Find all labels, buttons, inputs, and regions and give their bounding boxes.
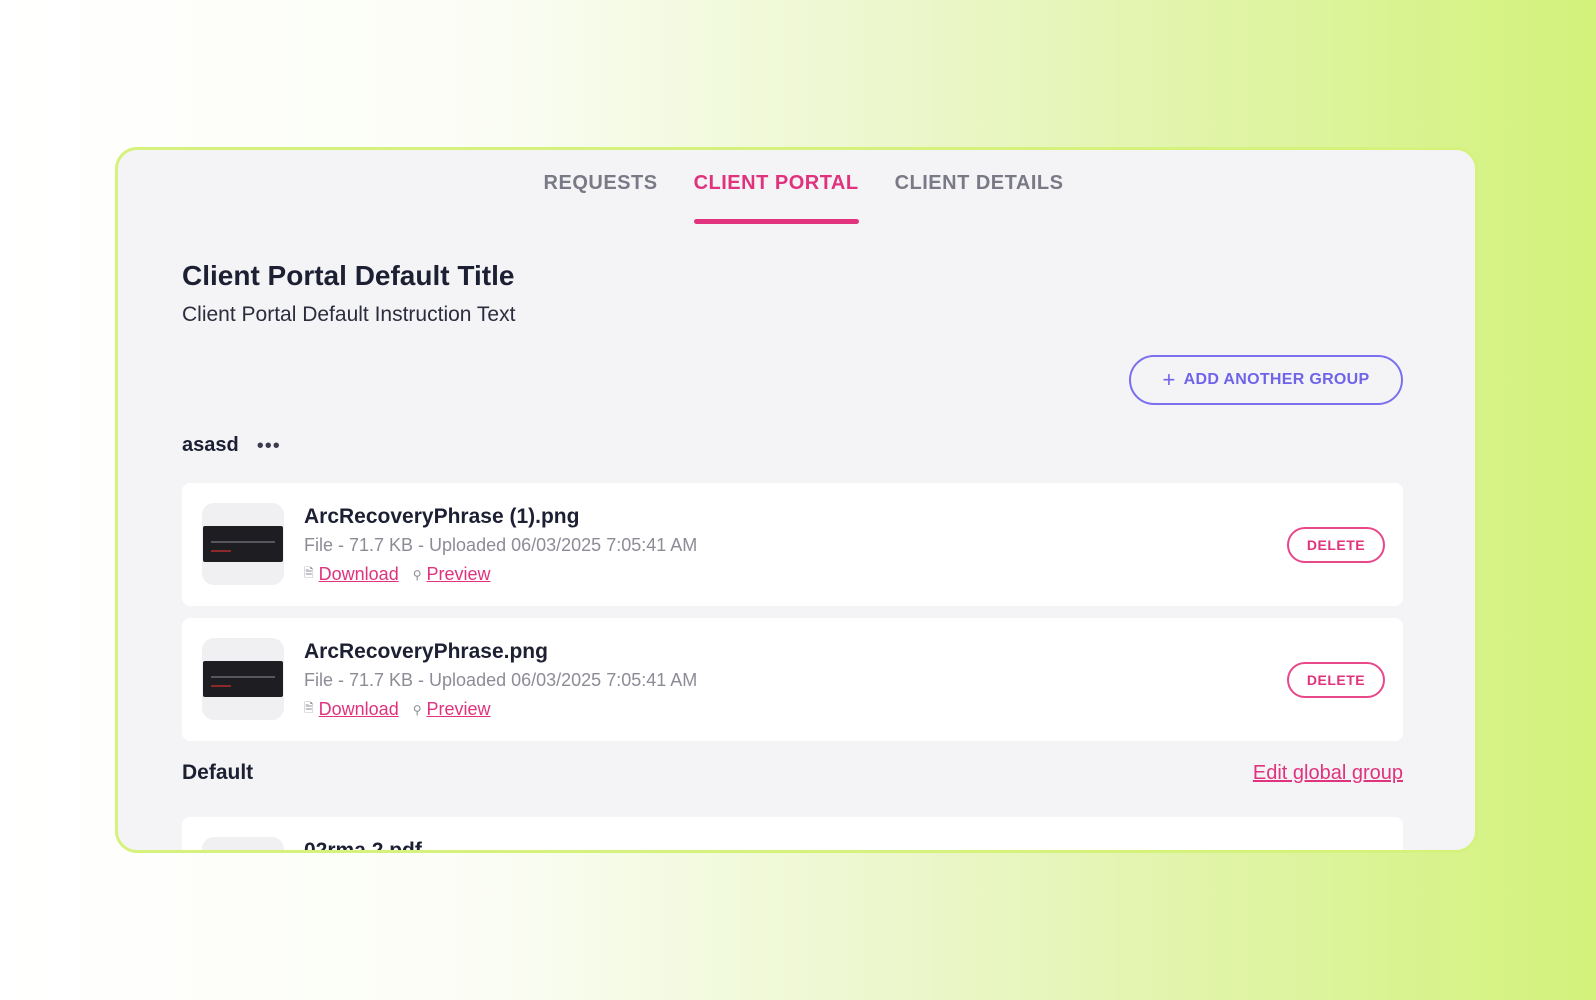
file-card: 02rma 2.pdf <box>182 817 1403 853</box>
file-name: ArcRecoveryPhrase (1).png <box>304 505 580 528</box>
file-name: ArcRecoveryPhrase.png <box>304 640 548 663</box>
image-thumbnail-icon <box>203 661 283 697</box>
preview-action[interactable]: ⚲ Preview <box>413 699 491 720</box>
add-group-label: ADD ANOTHER GROUP <box>1183 371 1370 388</box>
file-meta: File - 71.7 KB - Uploaded 06/03/2025 7:0… <box>304 535 698 555</box>
file-name: 02rma 2.pdf <box>304 839 422 853</box>
preview-link[interactable]: Preview <box>427 564 491 585</box>
tab-requests[interactable]: REQUESTS <box>544 150 658 224</box>
tab-client-portal[interactable]: CLIENT PORTAL <box>693 150 859 224</box>
download-link[interactable]: Download <box>319 564 399 585</box>
download-action[interactable]: 🗎 Download <box>304 564 399 585</box>
magnifier-icon: ⚲ <box>412 702 422 717</box>
magnifier-icon: ⚲ <box>412 567 422 582</box>
file-list: ArcRecoveryPhrase (1).png File - 71.7 KB… <box>182 483 1403 753</box>
file-actions: 🗎 Download ⚲ Preview <box>304 699 491 720</box>
file-icon: 🗎 <box>304 701 314 715</box>
group-name: asasd <box>182 434 239 456</box>
file-card: ArcRecoveryPhrase (1).png File - 71.7 KB… <box>182 483 1403 606</box>
client-portal-panel: REQUESTS CLIENT PORTAL CLIENT DETAILS Cl… <box>115 147 1478 853</box>
page-instructions: Client Portal Default Instruction Text <box>182 303 516 326</box>
delete-button[interactable]: DELETE <box>1287 527 1385 563</box>
preview-link[interactable]: Preview <box>427 699 491 720</box>
tab-bar: REQUESTS CLIENT PORTAL CLIENT DETAILS <box>118 150 1475 224</box>
download-link[interactable]: Download <box>319 699 399 720</box>
group-name: Default <box>182 761 254 784</box>
delete-button[interactable]: DELETE <box>1287 662 1385 698</box>
file-card: ArcRecoveryPhrase.png File - 71.7 KB - U… <box>182 618 1403 741</box>
edit-global-group-link[interactable]: Edit global group <box>1253 762 1403 785</box>
preview-action[interactable]: ⚲ Preview <box>413 564 491 585</box>
file-actions: 🗎 Download ⚲ Preview <box>304 564 491 585</box>
group-header-asasd: asasd ••• <box>182 434 281 457</box>
add-another-group-button[interactable]: + ADD ANOTHER GROUP <box>1129 355 1403 405</box>
tab-client-details[interactable]: CLIENT DETAILS <box>895 150 1064 224</box>
file-thumbnail <box>202 837 284 850</box>
group-header-default: Default Edit global group <box>182 761 1403 785</box>
plus-icon: + <box>1162 367 1176 392</box>
file-thumbnail <box>202 638 284 720</box>
file-thumbnail <box>202 503 284 585</box>
page-title: Client Portal Default Title <box>182 260 515 291</box>
download-action[interactable]: 🗎 Download <box>304 699 399 720</box>
file-icon: 🗎 <box>304 566 314 580</box>
file-meta: File - 71.7 KB - Uploaded 06/03/2025 7:0… <box>304 670 698 690</box>
image-thumbnail-icon <box>203 526 283 562</box>
more-horizontal-icon[interactable]: ••• <box>257 436 281 456</box>
